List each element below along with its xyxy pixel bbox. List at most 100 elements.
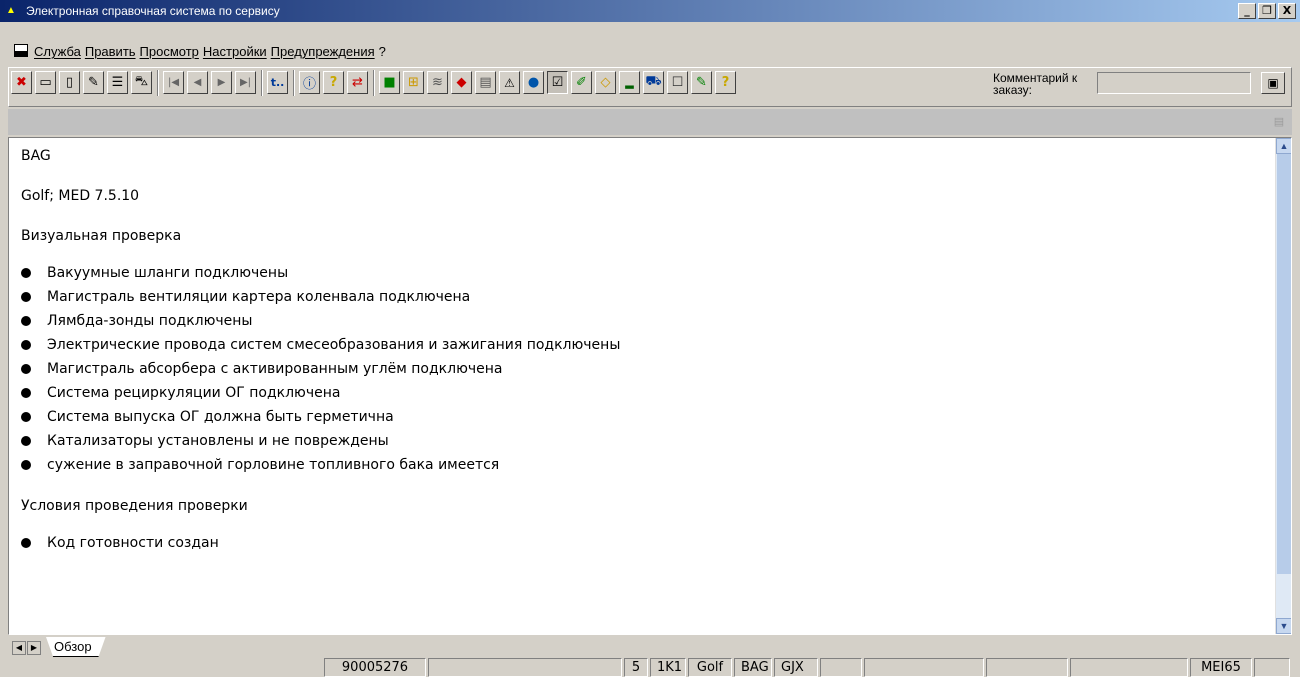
tab-left-icon[interactable]: ◀ (12, 641, 26, 655)
menu-help[interactable]: ? (379, 44, 386, 59)
sub-toolbar: ▤ (8, 109, 1292, 135)
list-item: Магистраль абсорбера с активированным уг… (21, 360, 1261, 378)
list-item-text: Вакуумные шланги подключены (47, 265, 289, 281)
list-item-text: Электрические провода систем смесеобразо… (47, 337, 621, 353)
scroll-thumb[interactable] (1277, 154, 1291, 574)
stack-icon[interactable]: ≋ (427, 71, 448, 94)
warning-icon[interactable]: ⚠ (499, 71, 520, 94)
prev-page-icon[interactable]: ◀ (187, 71, 208, 94)
swap-icon[interactable]: ⇄ (347, 71, 368, 94)
exit-icon[interactable]: ✖ (11, 71, 32, 94)
scroll-up-icon[interactable]: ▲ (1276, 138, 1291, 154)
menu-app-icon[interactable] (14, 44, 28, 57)
bullet-icon (21, 340, 31, 350)
list-item-text: Система рециркуляции ОГ подключена (47, 385, 341, 401)
content-text: BAG Golf; MED 7.5.10 Визуальная проверка… (21, 146, 1261, 558)
app-window: ▲ Электронная справочная система по серв… (0, 0, 1300, 677)
tab-right-icon[interactable]: ▶ (27, 641, 41, 655)
status-field: BAG (734, 658, 772, 677)
comment-label: Комментарий к заказу: (993, 72, 1083, 96)
window-controls: _ ❐ X (1238, 3, 1296, 19)
next-page-icon[interactable]: ▶ (211, 71, 232, 94)
list-item-text: Система выпуска ОГ должна быть герметичн… (47, 409, 394, 425)
engine-code: BAG (21, 148, 51, 164)
menu-service[interactable]: Служба (34, 44, 81, 59)
minimize-button[interactable]: _ (1238, 3, 1256, 19)
tab-scroll-controls: ◀ ▶ (12, 641, 41, 655)
list-item: Лямбда-зонды подключены (21, 312, 1261, 330)
vehicle-icon[interactable]: ⛍ (131, 71, 152, 94)
toolbar-separator (261, 70, 263, 96)
list-item: Код готовности создан (21, 534, 1261, 552)
status-field: Golf (688, 658, 732, 677)
up-level-icon[interactable]: t.. (267, 71, 288, 94)
status-field: GJX (774, 658, 818, 677)
globe-icon[interactable]: ● (523, 71, 544, 94)
document-list-icon[interactable]: ☰ (107, 71, 128, 94)
section-visual-check: Визуальная проверка (21, 228, 182, 244)
status-field (1070, 658, 1188, 677)
tab-overview[interactable]: Обзор (46, 637, 106, 657)
section-test-conditions: Условия проведения проверки (21, 498, 248, 514)
bullet-icon (21, 268, 31, 278)
list-item-text: Лямбда-зонды подключены (47, 313, 253, 329)
comment-button[interactable]: ▣ (1261, 72, 1285, 94)
menu-view[interactable]: Просмотр (140, 44, 199, 59)
menu-edit[interactable]: Править (85, 44, 136, 59)
module-icon[interactable]: ■ (379, 71, 400, 94)
pen-icon[interactable]: ✐ (571, 71, 592, 94)
book-icon[interactable]: ◆ (451, 71, 472, 94)
service-car-icon[interactable]: ⛟ (643, 71, 664, 94)
vertical-scrollbar[interactable]: ▲ ▼ (1275, 138, 1291, 634)
notes-icon[interactable]: ▤ (1270, 113, 1288, 131)
last-page-icon[interactable]: ▶| (235, 71, 256, 94)
list-item: Система выпуска ОГ должна быть герметичн… (21, 408, 1261, 426)
info-icon[interactable]: ⓘ (299, 71, 320, 94)
car-icon[interactable]: ▂ (619, 71, 640, 94)
new-document-icon[interactable]: ▯ (59, 71, 80, 94)
tag-icon[interactable]: ◇ (595, 71, 616, 94)
grid-icon[interactable]: ⊞ (403, 71, 424, 94)
checklist-icon[interactable]: ☑ (547, 71, 568, 94)
bullet-icon (21, 412, 31, 422)
toolbar-separator (157, 70, 159, 96)
scroll-down-icon[interactable]: ▼ (1276, 618, 1291, 634)
app-icon: ▲ (6, 5, 16, 16)
doc-help-icon[interactable]: ? (715, 71, 736, 94)
help-icon[interactable]: ? (323, 71, 344, 94)
bullet-icon (21, 436, 31, 446)
checkbox-icon[interactable]: ☐ (667, 71, 688, 94)
bullet-icon (21, 364, 31, 374)
bullet-icon (21, 460, 31, 470)
status-field (986, 658, 1068, 677)
close-button[interactable]: X (1278, 3, 1296, 19)
brush-icon[interactable]: ✎ (691, 71, 712, 94)
list-item-text: Магистраль абсорбера с активированным уг… (47, 361, 503, 377)
list-item: Катализаторы установлены и не повреждены (21, 432, 1261, 450)
window-title: Электронная справочная система по сервис… (26, 4, 280, 18)
title-bar[interactable]: ▲ Электронная справочная система по серв… (0, 0, 1300, 22)
comment-field[interactable] (1097, 72, 1251, 94)
print-icon[interactable]: ▭ (35, 71, 56, 94)
page-icon[interactable]: ▤ (475, 71, 496, 94)
status-bar: 90005276 5 1K1 Golf BAG GJX MEI65 (8, 657, 1292, 677)
status-field (820, 658, 862, 677)
edit-document-icon[interactable]: ✎ (83, 71, 104, 94)
bullet-icon (21, 316, 31, 326)
vehicle-system: Golf; MED 7.5.10 (21, 188, 140, 204)
restore-button[interactable]: ❐ (1258, 3, 1276, 19)
bullet-icon (21, 388, 31, 398)
list-item-text: Код готовности создан (47, 535, 219, 551)
first-page-icon[interactable]: |◀ (163, 71, 184, 94)
status-field: 1K1 (650, 658, 686, 677)
toolbar-separator (373, 70, 375, 96)
menu-settings[interactable]: Настройки (203, 44, 267, 59)
list-item-text: сужение в заправочной горловине топливно… (47, 457, 500, 473)
list-item: сужение в заправочной горловине топливно… (21, 456, 1261, 474)
bullet-icon (21, 292, 31, 302)
list-item-text: Катализаторы установлены и не повреждены (47, 433, 389, 449)
status-field: MEI65 (1190, 658, 1252, 677)
menu-warnings[interactable]: Предупреждения (271, 44, 375, 59)
status-field (1254, 658, 1290, 677)
menu-bar: Служба Править Просмотр Настройки Предуп… (34, 44, 390, 59)
